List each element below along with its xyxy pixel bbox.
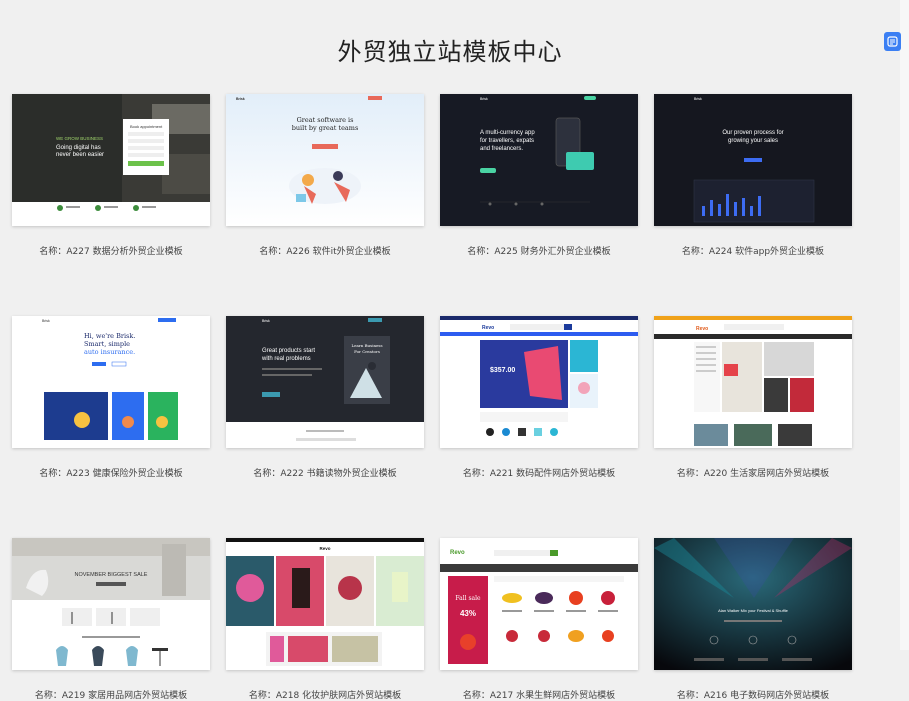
preview-text: Brisk <box>262 319 270 323</box>
preview-text: For Creators <box>354 349 380 354</box>
preview-text: Going digital has <box>56 145 101 151</box>
template-caption[interactable]: 名称：A223 健康保险外贸企业模板 <box>12 466 210 479</box>
preview-text: with real problems <box>261 356 311 362</box>
template-card[interactable]: Brisk A multi-currency app for traveller… <box>440 94 638 257</box>
template-caption[interactable]: 名称：A222 书籍读物外贸企业模板 <box>226 466 424 479</box>
template-thumbnail[interactable]: Revo Fall sale 43% <box>440 538 638 670</box>
preview-text: built by great teams <box>292 124 359 132</box>
template-thumbnail[interactable]: Alan Walker Mix your Festival & Shuffle <box>654 538 852 670</box>
template-thumbnail[interactable]: Brisk A multi-currency app for traveller… <box>440 94 638 226</box>
svg-text:WE GROW BUSINESS: WE GROW BUSINESS <box>56 136 103 141</box>
preview-text: for travellers, expats <box>480 138 534 144</box>
preview-text: Brisk <box>236 97 245 101</box>
template-caption[interactable]: 名称：A224 软件app外贸企业模板 <box>654 244 852 257</box>
preview-text: Hi, we're Brisk. <box>84 332 135 340</box>
template-grid: WE GROW BUSINESS Going digital has never… <box>12 94 852 701</box>
template-caption[interactable]: 名称：A217 水果生鲜网店外贸站模板 <box>440 688 638 701</box>
template-card[interactable]: Brisk Great software is built by great t… <box>226 94 424 257</box>
template-card[interactable]: Brisk Great products start with real pro… <box>226 316 424 479</box>
preview-text: Revo <box>450 550 465 556</box>
preview-text: Revo <box>482 325 494 331</box>
template-thumbnail[interactable]: Revo <box>226 538 424 670</box>
template-thumbnail[interactable]: WE GROW BUSINESS Going digital has never… <box>12 94 210 226</box>
template-card[interactable]: NOVEMBER BIGGEST SALE 名称：A219 家居用品网店外贸站模… <box>12 538 210 701</box>
template-thumbnail[interactable]: Revo <box>654 316 852 448</box>
preview-text: Book appointment <box>130 124 163 129</box>
template-caption[interactable]: 名称：A219 家居用品网店外贸站模板 <box>12 688 210 701</box>
template-card[interactable]: Alan Walker Mix your Festival & Shuffle … <box>654 538 852 701</box>
preview-text: Great products start <box>262 348 315 354</box>
template-caption[interactable]: 名称：A218 化妆护肤网店外贸站模板 <box>226 688 424 701</box>
preview-text: $357.00 <box>490 367 515 374</box>
preview-text: NOVEMBER BIGGEST SALE <box>75 572 148 578</box>
preview-text: Brisk <box>42 319 50 323</box>
preview-text: Brisk <box>480 97 488 101</box>
template-thumbnail[interactable]: NOVEMBER BIGGEST SALE <box>12 538 210 670</box>
preview-text: Brisk <box>694 97 702 101</box>
template-caption[interactable]: 名称：A221 数码配件网店外贸站模板 <box>440 466 638 479</box>
preview-text: Revo <box>319 546 330 551</box>
floating-menu-button[interactable] <box>884 32 901 51</box>
template-card[interactable]: Brisk Hi, we're Brisk. Smart, simple aut… <box>12 316 210 479</box>
template-card[interactable]: Revo 名称：A218 化妆护肤网店外贸站模板 <box>226 538 424 701</box>
preview-text: A multi-currency app <box>480 130 535 136</box>
template-thumbnail[interactable]: Revo $357.00 <box>440 316 638 448</box>
preview-text: Learn Business <box>351 343 382 348</box>
preview-text: and freelancers. <box>480 146 523 152</box>
template-caption[interactable]: 名称：A225 财务外汇外贸企业模板 <box>440 244 638 257</box>
template-caption[interactable]: 名称：A220 生活家居网店外贸站模板 <box>654 466 852 479</box>
preview-text: Revo <box>696 326 708 332</box>
template-thumbnail[interactable]: Brisk Great software is built by great t… <box>226 94 424 226</box>
template-caption[interactable]: 名称：A226 软件it外贸企业模板 <box>226 244 424 257</box>
template-card[interactable]: Brisk Our proven process for growing you… <box>654 94 852 257</box>
template-thumbnail[interactable]: Brisk Our proven process for growing you… <box>654 94 852 226</box>
preview-text: Smart, simple <box>84 340 130 348</box>
template-card[interactable]: WE GROW BUSINESS Going digital has never… <box>12 94 210 257</box>
template-card[interactable]: Revo $357.00 名称：A221 数码配件网店外贸站模板 <box>440 316 638 479</box>
preview-text: Our proven process for <box>722 130 783 136</box>
preview-text: 43% <box>460 609 476 618</box>
preview-text: Alan Walker Mix your Festival & Shuffle <box>718 608 789 613</box>
template-card[interactable]: Revo Fall sale 43% 名称：A217 水果生鲜网店外贸站模板 <box>440 538 638 701</box>
template-caption[interactable]: 名称：A216 电子数码网店外贸站模板 <box>654 688 852 701</box>
preview-text: never been easier <box>56 152 104 158</box>
preview-text: growing your sales <box>728 138 778 144</box>
menu-icon <box>887 36 898 47</box>
template-thumbnail[interactable]: Brisk Hi, we're Brisk. Smart, simple aut… <box>12 316 210 448</box>
preview-text: Great software is <box>297 116 354 124</box>
page-title: 外贸独立站模板中心 <box>337 38 563 66</box>
template-thumbnail[interactable]: Brisk Great products start with real pro… <box>226 316 424 448</box>
template-card[interactable]: Revo 名称：A220 生活家居网店外贸站模板 <box>654 316 852 479</box>
scrollbar[interactable] <box>900 0 909 650</box>
preview-text: Fall sale <box>455 595 481 602</box>
template-caption[interactable]: 名称：A227 数据分析外贸企业模板 <box>12 244 210 257</box>
preview-text: auto insurance. <box>84 348 135 356</box>
